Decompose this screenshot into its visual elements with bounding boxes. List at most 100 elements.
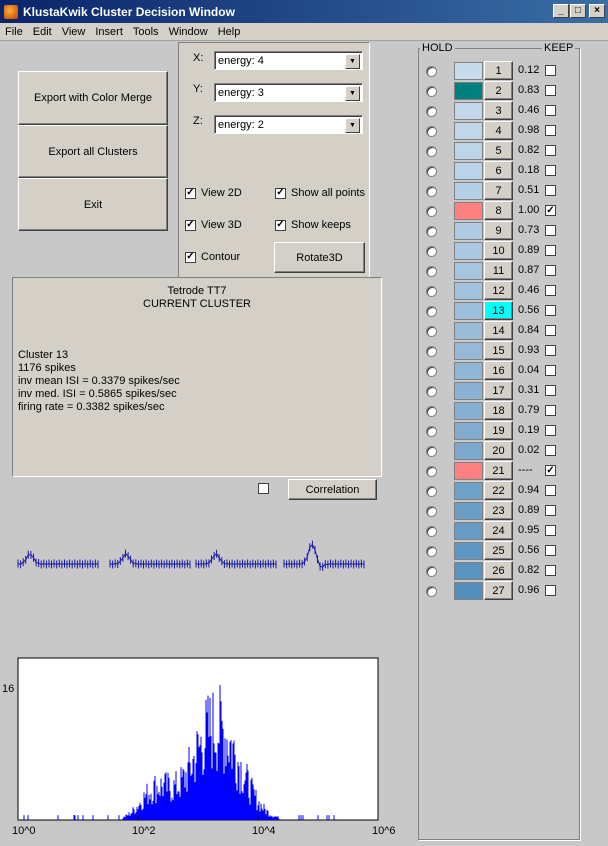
keep-checkbox[interactable] <box>545 65 556 76</box>
cluster-color-swatch[interactable] <box>454 202 483 220</box>
hold-radio[interactable] <box>426 566 437 577</box>
hold-radio[interactable] <box>426 166 437 177</box>
hold-radio[interactable] <box>426 326 437 337</box>
checkmark-icon[interactable]: ✓ <box>185 219 196 231</box>
cluster-color-swatch[interactable] <box>454 82 483 100</box>
hold-radio[interactable] <box>426 206 437 217</box>
hold-radio[interactable] <box>426 246 437 257</box>
keep-checkbox[interactable] <box>545 585 556 596</box>
cluster-color-swatch[interactable] <box>454 482 483 500</box>
show-keeps-checkbox[interactable]: ✓ Show keeps <box>275 219 351 231</box>
cluster-number-button[interactable]: 25 <box>484 541 513 560</box>
cluster-color-swatch[interactable] <box>454 542 483 560</box>
hold-radio[interactable] <box>426 386 437 397</box>
cluster-number-button[interactable]: 8 <box>484 201 513 220</box>
minimize-icon[interactable]: _ <box>553 4 569 18</box>
cluster-number-button[interactable]: 9 <box>484 221 513 240</box>
hold-radio[interactable] <box>426 226 437 237</box>
cluster-color-swatch[interactable] <box>454 462 483 480</box>
hold-radio[interactable] <box>426 586 437 597</box>
cluster-color-swatch[interactable] <box>454 262 483 280</box>
cluster-color-swatch[interactable] <box>454 182 483 200</box>
keep-checkbox[interactable]: ✓ <box>545 465 556 476</box>
cluster-color-swatch[interactable] <box>454 222 483 240</box>
cluster-number-button[interactable]: 1 <box>484 61 513 80</box>
chevron-down-icon[interactable]: ▼ <box>345 54 360 69</box>
maximize-icon[interactable]: □ <box>570 4 586 18</box>
cluster-number-button[interactable]: 6 <box>484 161 513 180</box>
y-axis-select[interactable]: energy: 3 ▼ <box>214 83 363 102</box>
rotate3d-button[interactable]: Rotate3D <box>274 242 365 273</box>
cluster-color-swatch[interactable] <box>454 562 483 580</box>
exit-button[interactable]: Exit <box>18 178 168 231</box>
hold-radio[interactable] <box>426 346 437 357</box>
keep-checkbox[interactable] <box>545 265 556 276</box>
cluster-number-button[interactable]: 7 <box>484 181 513 200</box>
cluster-number-button[interactable]: 11 <box>484 261 513 280</box>
menu-tools[interactable]: Tools <box>128 26 164 38</box>
export-all-clusters-button[interactable]: Export all Clusters <box>18 125 168 178</box>
cluster-number-button[interactable]: 19 <box>484 421 513 440</box>
cluster-color-swatch[interactable] <box>454 402 483 420</box>
hold-radio[interactable] <box>426 86 437 97</box>
checkmark-icon[interactable]: ✓ <box>275 187 286 199</box>
hold-radio[interactable] <box>426 406 437 417</box>
cluster-number-button[interactable]: 16 <box>484 361 513 380</box>
keep-checkbox[interactable] <box>545 405 556 416</box>
cluster-color-swatch[interactable] <box>454 242 483 260</box>
cluster-color-swatch[interactable] <box>454 122 483 140</box>
cluster-number-button[interactable]: 2 <box>484 81 513 100</box>
hold-radio[interactable] <box>426 526 437 537</box>
contour-checkbox[interactable]: ✓ Contour <box>185 251 240 263</box>
cluster-color-swatch[interactable] <box>454 382 483 400</box>
cluster-color-swatch[interactable] <box>454 322 483 340</box>
hold-radio[interactable] <box>426 126 437 137</box>
hold-radio[interactable] <box>426 366 437 377</box>
cluster-number-button[interactable]: 18 <box>484 401 513 420</box>
cluster-number-button[interactable]: 15 <box>484 341 513 360</box>
cluster-color-swatch[interactable] <box>454 142 483 160</box>
view-2d-checkbox[interactable]: ✓ View 2D <box>185 187 242 199</box>
keep-checkbox[interactable] <box>545 165 556 176</box>
hold-radio[interactable] <box>426 66 437 77</box>
cluster-number-button[interactable]: 23 <box>484 501 513 520</box>
correlation-button[interactable]: Correlation <box>288 479 377 500</box>
menu-window[interactable]: Window <box>164 26 213 38</box>
menu-file[interactable]: File <box>0 26 28 38</box>
keep-checkbox[interactable] <box>545 325 556 336</box>
menu-help[interactable]: Help <box>213 26 246 38</box>
hold-radio[interactable] <box>426 186 437 197</box>
cluster-number-button[interactable]: 27 <box>484 581 513 600</box>
cluster-color-swatch[interactable] <box>454 162 483 180</box>
export-color-merge-button[interactable]: Export with Color Merge <box>18 71 168 125</box>
hold-radio[interactable] <box>426 106 437 117</box>
cluster-color-swatch[interactable] <box>454 302 483 320</box>
hold-radio[interactable] <box>426 546 437 557</box>
cluster-color-swatch[interactable] <box>454 422 483 440</box>
keep-checkbox[interactable]: ✓ <box>545 205 556 216</box>
cluster-color-swatch[interactable] <box>454 102 483 120</box>
cluster-number-button[interactable]: 12 <box>484 281 513 300</box>
show-all-points-checkbox[interactable]: ✓ Show all points <box>275 187 365 199</box>
keep-checkbox[interactable] <box>545 185 556 196</box>
cluster-color-swatch[interactable] <box>454 582 483 600</box>
view-3d-checkbox[interactable]: ✓ View 3D <box>185 219 242 231</box>
cluster-color-swatch[interactable] <box>454 442 483 460</box>
cluster-color-swatch[interactable] <box>454 282 483 300</box>
menu-insert[interactable]: Insert <box>90 26 128 38</box>
cluster-color-swatch[interactable] <box>454 362 483 380</box>
keep-checkbox[interactable] <box>545 345 556 356</box>
hold-radio[interactable] <box>426 506 437 517</box>
cluster-number-button[interactable]: 10 <box>484 241 513 260</box>
keep-checkbox[interactable] <box>545 525 556 536</box>
cluster-number-button[interactable]: 22 <box>484 481 513 500</box>
chevron-down-icon[interactable]: ▼ <box>345 86 360 101</box>
cluster-number-button[interactable]: 21 <box>484 461 513 480</box>
menu-edit[interactable]: Edit <box>28 26 57 38</box>
cluster-color-swatch[interactable] <box>454 62 483 80</box>
keep-checkbox[interactable] <box>545 305 556 316</box>
keep-checkbox[interactable] <box>545 105 556 116</box>
cluster-color-swatch[interactable] <box>454 342 483 360</box>
cluster-number-button[interactable]: 3 <box>484 101 513 120</box>
close-icon[interactable]: × <box>589 4 605 18</box>
